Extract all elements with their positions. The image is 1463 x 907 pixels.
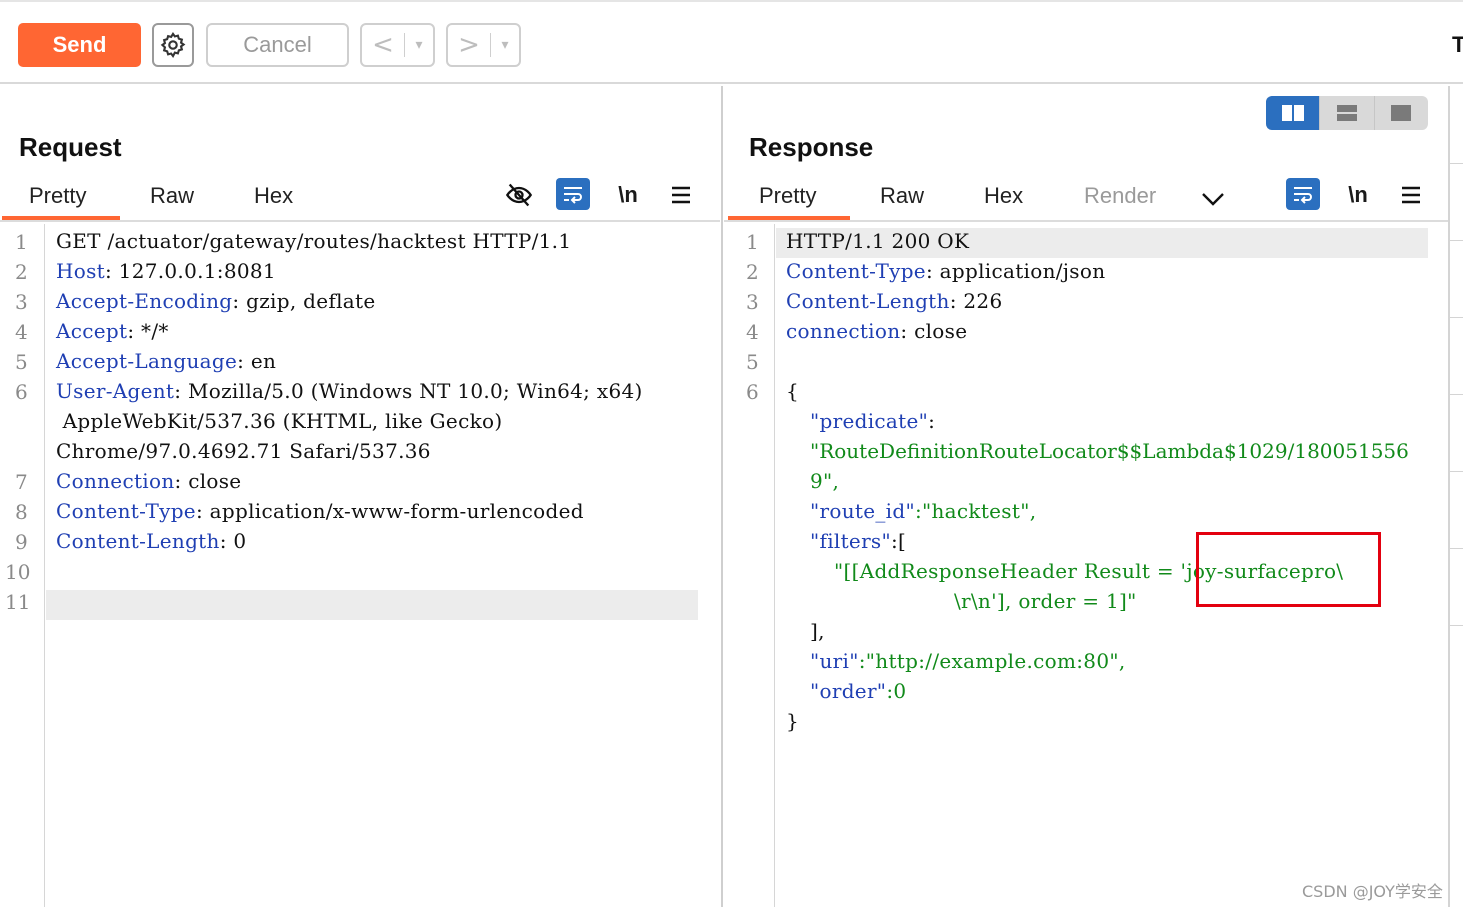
line-number: 6 (15, 380, 28, 404)
request-line[interactable]: Connection: close (56, 466, 241, 496)
request-line[interactable]: Chrome/97.0.4692.71 Safari/537.36 (56, 436, 431, 466)
send-button[interactable]: Send (18, 23, 141, 67)
request-line[interactable]: Accept: */* (56, 316, 169, 346)
response-header-line[interactable]: Content-Type: application/json (786, 256, 1105, 286)
request-line[interactable]: GET /actuator/gateway/routes/hacktest HT… (56, 226, 571, 256)
line-number: 4 (746, 320, 759, 344)
line-number: 10 (5, 560, 31, 584)
response-tab-hex[interactable]: Hex (984, 183, 1023, 209)
request-line[interactable]: Accept-Encoding: gzip, deflate (56, 286, 375, 316)
layout-side-by-side-button[interactable] (1266, 96, 1320, 130)
columns-icon (1281, 105, 1304, 121)
response-menu-button[interactable] (1398, 180, 1424, 210)
request-title: Request (19, 132, 122, 162)
request-line[interactable]: Host: 127.0.0.1:8081 (56, 256, 276, 286)
line-number: 8 (15, 500, 28, 524)
json-line[interactable]: 9", (810, 466, 839, 496)
request-line[interactable]: Content-Length: 0 (56, 526, 246, 556)
hamburger-menu-icon (1402, 186, 1420, 204)
response-status-line[interactable]: HTTP/1.1 200 OK (786, 226, 969, 256)
line-number: 2 (746, 260, 759, 284)
back-dropdown-icon[interactable]: ▾ (405, 37, 433, 53)
json-line[interactable]: ], (810, 616, 825, 646)
response-header-line[interactable]: connection: close (786, 316, 967, 346)
response-header-line[interactable]: Content-Length: 226 (786, 286, 1002, 316)
response-title: Response (749, 132, 874, 162)
json-close-brace[interactable]: } (786, 706, 799, 736)
watermark: CSDN @JOY学安全 (1302, 882, 1443, 901)
forward-button[interactable]: > ▾ (446, 23, 521, 67)
back-arrow-icon: < (372, 30, 394, 60)
panel-divider[interactable] (721, 86, 723, 907)
layout-single-button[interactable] (1373, 96, 1428, 130)
request-line[interactable]: AppleWebKit/537.36 (KHTML, like Gecko) (56, 406, 502, 436)
toolbar-edge-text: T (1452, 32, 1463, 57)
forward-arrow-icon: > (458, 30, 480, 60)
newline-icon: \n (1348, 182, 1368, 207)
line-number: 3 (15, 290, 28, 314)
gear-icon (160, 32, 186, 59)
newline-icon: \n (618, 182, 638, 207)
request-line[interactable]: User-Agent: Mozilla/5.0 (Windows NT 10.0… (56, 376, 643, 406)
json-line[interactable]: "filters":[ (810, 526, 906, 556)
toolbar: Send Cancel < ▾ > ▾ T (0, 0, 1463, 84)
rows-icon (1336, 105, 1357, 121)
forward-dropdown-icon[interactable]: ▾ (491, 37, 519, 53)
request-current-line-highlight (46, 590, 698, 620)
cancel-button[interactable]: Cancel (206, 23, 349, 67)
text-wrap-icon (564, 187, 582, 204)
request-line[interactable]: Accept-Language: en (56, 346, 276, 376)
line-number: 9 (15, 530, 28, 554)
text-wrap-icon (1294, 187, 1312, 204)
line-number: 2 (15, 260, 28, 284)
line-number: 1 (15, 230, 28, 254)
line-number: 3 (746, 290, 759, 314)
settings-button[interactable] (152, 23, 194, 67)
request-line[interactable]: Content-Type: application/x-www-form-url… (56, 496, 584, 526)
request-tab-raw[interactable]: Raw (150, 183, 194, 209)
line-number: 11 (5, 590, 31, 614)
inspector-strip (1450, 86, 1463, 907)
line-number: 5 (746, 350, 759, 374)
hamburger-menu-icon (672, 186, 690, 204)
json-line[interactable]: "uri":"http://example.com:80", (810, 646, 1126, 676)
request-menu-button[interactable] (668, 180, 694, 210)
hide-non-printable-button[interactable] (504, 180, 534, 210)
response-tab-raw[interactable]: Raw (880, 183, 924, 209)
back-button[interactable]: < ▾ (360, 23, 435, 67)
layout-switch (1266, 96, 1428, 130)
response-wrap-button[interactable] (1286, 178, 1320, 210)
line-number: 7 (15, 470, 28, 494)
json-open-brace[interactable]: { (786, 376, 799, 406)
line-number: 5 (15, 350, 28, 374)
json-line[interactable]: \r\n'], order = 1]" (954, 586, 1137, 616)
request-newline-toggle[interactable]: \n (612, 180, 644, 210)
request-wrap-button[interactable] (556, 178, 590, 210)
line-number: 4 (15, 320, 28, 344)
response-newline-toggle[interactable]: \n (1342, 180, 1374, 210)
json-line[interactable]: "order":0 (810, 676, 906, 706)
layout-stacked-button[interactable] (1319, 96, 1373, 130)
highlight-annotation-box (1196, 532, 1381, 607)
json-line[interactable]: "RouteDefinitionRouteLocator$$Lambda$102… (810, 436, 1409, 466)
line-number: 6 (746, 380, 759, 404)
json-line[interactable]: "route_id":"hacktest", (810, 496, 1036, 526)
single-pane-icon (1391, 105, 1412, 121)
response-tab-render[interactable]: Render (1084, 183, 1156, 209)
response-tab-pretty[interactable]: Pretty (759, 183, 816, 209)
line-number: 1 (746, 230, 759, 254)
request-tab-pretty[interactable]: Pretty (29, 183, 86, 209)
eye-slash-icon (505, 183, 533, 207)
json-line[interactable]: "predicate": (810, 406, 935, 436)
response-tabs-dropdown[interactable] (1198, 186, 1228, 212)
chevron-down-icon (1202, 193, 1224, 206)
request-tab-hex[interactable]: Hex (254, 183, 293, 209)
